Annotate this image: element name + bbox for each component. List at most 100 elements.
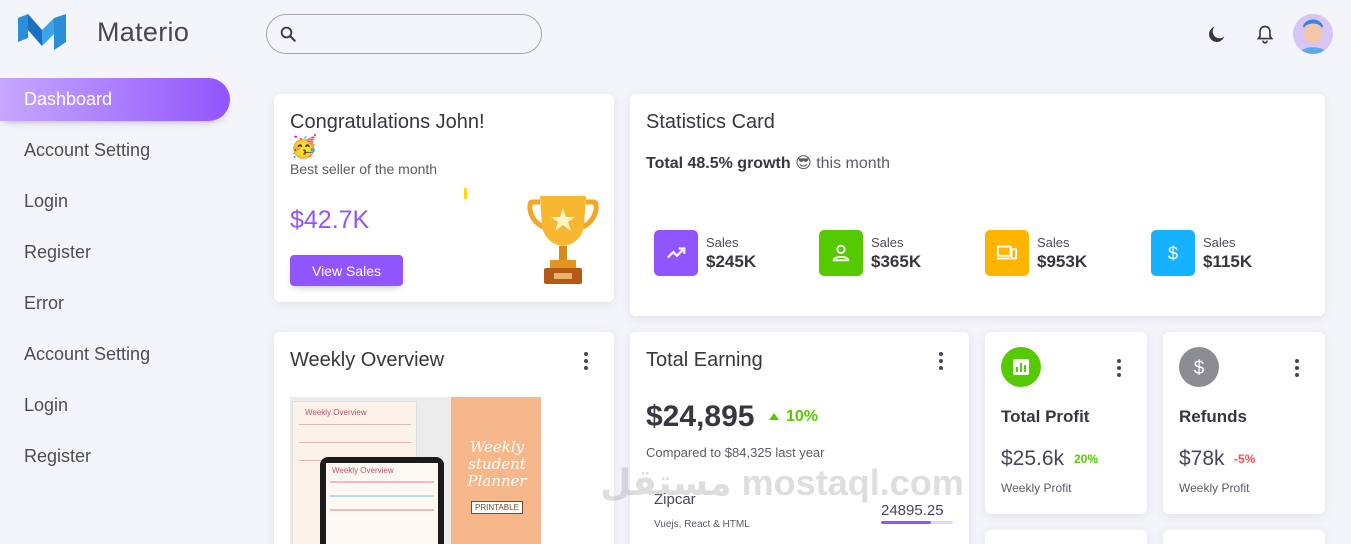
planner-cover: Weekly student Planner PRINTABLE <box>451 397 541 544</box>
dollar-icon: $ <box>1194 358 1205 378</box>
refunds-amount: $78k <box>1179 447 1225 470</box>
congrats-subtitle: Best seller of the month <box>290 161 438 177</box>
weekly-overview-card: Weekly Overview Weekly Overview Weekly O… <box>274 332 614 544</box>
moon-icon <box>1209 26 1225 42</box>
total-profit-card: Total Profit $25.6k 20% Weekly Profit <box>985 332 1147 514</box>
statistics-growth: Total 48.5% growth 😎 this month <box>646 153 890 173</box>
congrats-title: Congratulations John! <box>290 111 485 133</box>
party-emoji: 🥳 <box>290 134 318 159</box>
chart-bar-icon <box>1013 359 1029 375</box>
total-profit-change: 20% <box>1074 452 1099 466</box>
weekly-overview-menu-button[interactable] <box>576 349 596 373</box>
sidebar-item-error[interactable]: Error <box>0 282 230 325</box>
sidebar-item-login[interactable]: Login <box>0 180 230 223</box>
bell-icon <box>1256 25 1274 44</box>
statistics-title: Statistics Card <box>646 111 775 133</box>
tablet-screen-heading: Weekly Overview <box>332 466 394 475</box>
stat-icon-box <box>654 230 698 276</box>
weekly-planner-image: Weekly Overview Weekly Overview Weekly s… <box>290 397 541 544</box>
sidebar-item-account-setting-2[interactable]: Account Setting <box>0 333 230 376</box>
stat-icon-box <box>985 230 1029 276</box>
stat-value: $115K <box>1203 251 1253 271</box>
tablet-screen-line <box>330 495 434 497</box>
total-earning-trend: 10% <box>786 408 819 425</box>
tablet-screen: Weekly Overview <box>326 463 438 544</box>
stat-icon-box: $ <box>1151 230 1195 276</box>
growth-value: Total 48.5% growth <box>646 155 791 172</box>
devices-icon <box>996 245 1018 260</box>
planner-line <box>299 442 411 443</box>
kebab-dot <box>1117 366 1121 370</box>
sidebar-item-register-2[interactable]: Register <box>0 435 230 478</box>
planner-line <box>299 424 411 425</box>
user-icon <box>832 244 850 262</box>
total-profit-menu-button[interactable] <box>1109 356 1129 380</box>
kebab-dot <box>1295 373 1299 377</box>
total-earning-card: Total Earning $24,895 10% Compared to $8… <box>630 332 969 544</box>
lower-card-partial <box>1163 530 1325 544</box>
stat-item: Sales $953K <box>985 229 1087 277</box>
stat-label: Sales <box>706 234 739 250</box>
svg-text:$: $ <box>1168 242 1178 263</box>
tablet-screen-line <box>330 509 434 511</box>
kebab-dot <box>584 352 588 356</box>
kebab-dot <box>939 352 943 356</box>
total-earning-amount: $24,895 <box>646 400 755 433</box>
stat-label: Sales <box>1203 234 1236 250</box>
earning-row-name: Zipcar <box>654 491 696 508</box>
notifications-button[interactable] <box>1251 20 1279 48</box>
stat-label: Sales <box>871 234 904 250</box>
kebab-dot <box>1117 373 1121 377</box>
sidebar-item-account-setting[interactable]: Account Setting <box>0 129 230 172</box>
cool-emoji: 😎 <box>795 155 812 172</box>
arrow-up-icon <box>769 413 779 420</box>
kebab-dot <box>584 366 588 370</box>
stat-value: $245K <box>706 251 757 271</box>
stat-item: $ Sales $115K <box>1151 229 1252 277</box>
total-profit-title: Total Profit <box>1001 407 1090 426</box>
lower-card-partial <box>985 530 1147 544</box>
theme-toggle-button[interactable] <box>1203 20 1231 48</box>
statistics-card: Statistics Card Total 48.5% growth 😎 thi… <box>630 94 1325 316</box>
total-earning-menu-button[interactable] <box>931 349 951 373</box>
planner-tag: PRINTABLE <box>471 501 523 514</box>
earning-progress-track <box>881 521 953 524</box>
user-avatar[interactable] <box>1293 14 1333 54</box>
refunds-icon-circle: $ <box>1179 347 1219 387</box>
trending-up-icon <box>666 247 686 259</box>
dollar-icon: $ <box>1168 242 1178 263</box>
trophy-icon <box>527 196 599 284</box>
search-bar[interactable] <box>266 14 542 54</box>
total-profit-amount: $25.6k <box>1001 447 1065 470</box>
kebab-dot <box>1117 359 1121 363</box>
stat-item: Sales $245K <box>654 229 756 277</box>
earning-row-desc: Vuejs, React & HTML <box>654 519 750 530</box>
total-profit-caption: Weekly Profit <box>1001 481 1072 495</box>
profit-icon-circle <box>1001 347 1041 387</box>
materio-logo-icon <box>18 14 66 50</box>
view-sales-button[interactable]: View Sales <box>290 255 403 286</box>
kebab-dot <box>584 359 588 363</box>
planner-heading: Weekly Overview <box>305 408 367 417</box>
tablet-frame: Weekly Overview <box>320 457 444 544</box>
total-earning-title: Total Earning <box>646 349 763 371</box>
stat-icon-box <box>819 230 863 276</box>
stat-value: $365K <box>871 251 922 271</box>
earning-row-value: 24895.25 <box>881 502 944 519</box>
weekly-overview-title: Weekly Overview <box>290 349 445 371</box>
sidebar-item-register[interactable]: Register <box>0 231 230 274</box>
sidebar-item-dashboard[interactable]: Dashboard <box>0 78 230 121</box>
brand-name: Materio <box>97 17 190 47</box>
sidebar: Materio Dashboard Account Setting Login … <box>0 0 250 544</box>
avatar-icon <box>1293 14 1333 54</box>
refunds-menu-button[interactable] <box>1287 356 1307 380</box>
sidebar-item-login-2[interactable]: Login <box>0 384 230 427</box>
refunds-caption: Weekly Profit <box>1179 481 1250 495</box>
kebab-dot <box>1295 359 1299 363</box>
total-earning-compare: Compared to $84,325 last year <box>646 445 825 460</box>
search-input[interactable] <box>305 25 535 43</box>
tablet-screen-line <box>330 481 434 483</box>
brand-logo[interactable] <box>16 12 68 54</box>
earning-progress-fill <box>881 521 932 524</box>
growth-period: this month <box>816 155 891 172</box>
